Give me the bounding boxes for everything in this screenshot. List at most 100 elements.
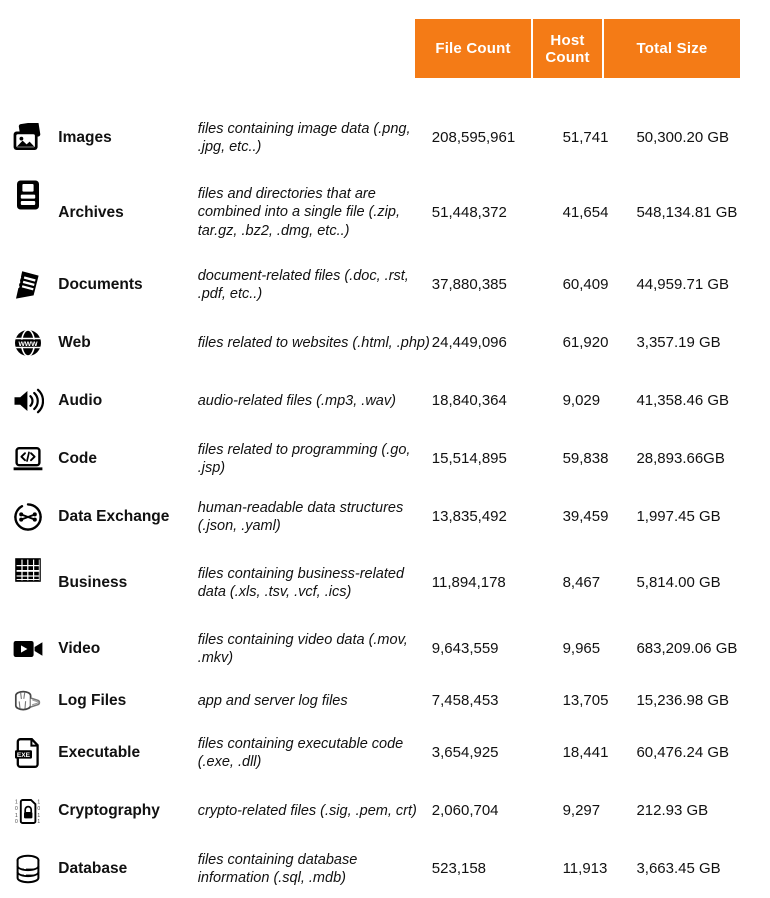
row-host-count: 39,459 <box>562 508 609 525</box>
svg-text:0: 0 <box>15 806 18 812</box>
table-row: www Web files related to websites (.html… <box>0 314 770 372</box>
row-host-count: 41,654 <box>562 203 609 221</box>
row-description: app and server log files <box>197 692 348 709</box>
row-file-count: 523,158 <box>431 860 487 877</box>
table-row: Database files containing database infor… <box>0 840 770 898</box>
row-total-size: 3,663.45 GB <box>636 860 721 877</box>
archives-icon <box>0 179 56 211</box>
cryptography-icon: 1 0 1 0 1 0 1 1 <box>0 796 56 826</box>
row-file-count: 208,595,961 <box>431 129 516 146</box>
images-icon <box>0 123 56 153</box>
row-host-count: 9,965 <box>562 640 601 657</box>
row-host-count: 8,467 <box>562 574 601 591</box>
svg-text:1: 1 <box>15 800 18 806</box>
row-file-count: 37,880,385 <box>431 276 507 293</box>
row-total-size: 50,300.20 GB <box>636 129 730 146</box>
table-row: Images files containing image data (.png… <box>0 107 770 169</box>
row-category-label: Log Files <box>58 692 127 709</box>
row-total-size: 15,236.98 GB <box>636 692 730 709</box>
row-category-label: Executable <box>58 744 141 761</box>
svg-text:EXE: EXE <box>17 752 31 759</box>
column-header-host-count-line1: Host <box>550 31 585 49</box>
svg-text:1: 1 <box>37 813 40 819</box>
row-host-count: 9,297 <box>562 802 601 819</box>
row-description: files related to websites (.html, .php) <box>197 334 430 351</box>
row-description: files related to programming (.go, .jsp) <box>197 441 411 477</box>
column-header-host-count: Host Count <box>533 19 604 78</box>
table-row: Audio audio-related files (.mp3, .wav) 1… <box>0 372 770 430</box>
table-row: Documents document-related files (.doc, … <box>0 256 770 314</box>
row-file-count: 13,835,492 <box>431 508 507 525</box>
row-file-count: 11,894,178 <box>431 574 506 591</box>
row-total-size: 5,814.00 GB <box>636 574 721 591</box>
log-files-icon <box>0 687 56 715</box>
row-host-count: 59,838 <box>562 450 609 467</box>
row-icon-cell <box>0 256 58 314</box>
data-exchange-icon <box>0 502 56 532</box>
row-host-count: 60,409 <box>562 276 609 293</box>
row-total-size: 44,959.71 GB <box>636 276 730 293</box>
file-category-statistics-table: File Count Host Count Total Size Images … <box>0 0 770 886</box>
table-header: File Count Host Count Total Size <box>415 19 740 78</box>
row-icon-cell <box>0 169 58 256</box>
table-row: Data Exchange human-readable data struct… <box>0 488 770 546</box>
row-description: files containing video data (.mov, .mkv) <box>197 631 408 667</box>
row-file-count: 18,840,364 <box>431 392 507 409</box>
row-category-label: Audio <box>58 392 103 409</box>
row-host-count: 18,441 <box>562 744 609 761</box>
column-header-total-size: Total Size <box>604 19 740 78</box>
table-row: Archives files and directories that are … <box>0 169 770 256</box>
row-icon-cell <box>0 678 58 724</box>
row-category-label: Web <box>58 334 91 351</box>
row-file-count: 2,060,704 <box>431 802 499 819</box>
row-description: files and directories that are combined … <box>197 185 400 239</box>
row-icon-cell <box>0 430 58 488</box>
documents-icon <box>0 269 56 301</box>
row-description: human-readable data structures (.json, .… <box>197 499 404 535</box>
row-icon-cell <box>0 488 58 546</box>
row-icon-cell: 1 0 1 0 1 0 1 1 <box>0 782 58 840</box>
row-category-label: Images <box>58 129 112 146</box>
category-table: Images files containing image data (.png… <box>0 107 770 898</box>
column-header-file-count-label: File Count <box>435 40 511 57</box>
row-category-label: Video <box>58 640 101 657</box>
row-host-count: 11,913 <box>562 860 608 877</box>
row-total-size: 3,357.19 GB <box>636 334 721 351</box>
row-icon-cell: www <box>0 314 58 372</box>
row-category-label: Database <box>58 860 128 877</box>
table-row: Log Files app and server log files 7,458… <box>0 678 770 724</box>
svg-text:1: 1 <box>15 813 18 819</box>
row-category-label: Cryptography <box>58 802 160 819</box>
video-icon <box>0 637 56 661</box>
database-icon <box>0 854 56 884</box>
column-header-total-size-label: Total Size <box>636 40 708 57</box>
row-category-label: Documents <box>58 276 143 293</box>
table-row: 1 0 1 0 1 0 1 1 Cryptography crypto-rela… <box>0 782 770 840</box>
code-icon <box>0 445 56 473</box>
column-header-host-count-wrap: Host Count <box>545 32 589 66</box>
column-header-host-count-line2: Count <box>545 48 590 66</box>
row-icon-cell <box>0 620 58 678</box>
row-category-label: Data Exchange <box>58 508 170 525</box>
audio-icon <box>0 387 56 415</box>
row-icon-cell <box>0 107 58 169</box>
table-row: EXE Executable files containing executab… <box>0 724 770 782</box>
svg-text:www: www <box>17 339 38 348</box>
row-total-size: 683,209.06 GB <box>636 640 738 657</box>
row-icon-cell <box>0 546 58 620</box>
row-host-count: 61,920 <box>562 334 609 351</box>
table-body: Images files containing image data (.png… <box>0 107 770 898</box>
svg-text:1: 1 <box>37 800 40 806</box>
row-file-count: 51,448,372 <box>431 203 507 221</box>
web-icon: www <box>0 328 56 358</box>
row-description: crypto-related files (.sig, .pem, crt) <box>197 802 417 819</box>
row-description: files containing business-related data (… <box>197 565 405 601</box>
row-total-size: 28,893.66GB <box>636 450 725 467</box>
row-file-count: 9,643,559 <box>431 640 499 657</box>
row-category-label: Business <box>58 574 128 591</box>
row-host-count: 51,741 <box>562 129 609 146</box>
row-host-count: 9,029 <box>562 392 601 409</box>
row-icon-cell: EXE <box>0 724 58 782</box>
row-icon-cell <box>0 372 58 430</box>
row-file-count: 3,654,925 <box>431 744 499 761</box>
